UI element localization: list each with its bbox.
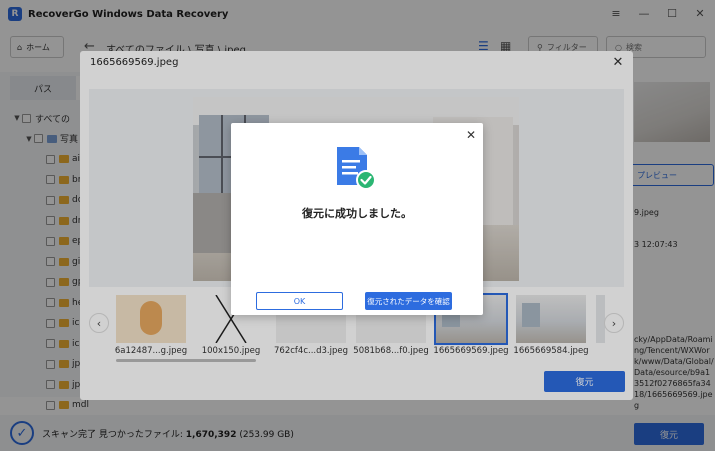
success-message: 復元に成功しました。 bbox=[302, 207, 412, 220]
document-success-icon bbox=[337, 147, 376, 190]
success-dialog: ✕ 復元に成功しました。 OK 復元されたデータを確認 bbox=[231, 123, 483, 315]
close-icon[interactable]: ✕ bbox=[463, 127, 479, 143]
view-recovered-data-button[interactable]: 復元されたデータを確認 bbox=[365, 292, 452, 310]
ok-button[interactable]: OK bbox=[256, 292, 343, 310]
